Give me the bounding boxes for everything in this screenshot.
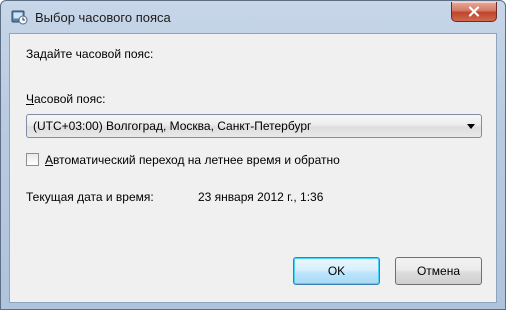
timezone-dialog: Выбор часового пояса Задайте часовой поя… bbox=[0, 0, 506, 310]
title-bar[interactable]: Выбор часового пояса bbox=[1, 1, 505, 33]
timezone-dropdown[interactable]: (UTC+03:00) Волгоград, Москва, Санкт-Пет… bbox=[26, 114, 482, 138]
cancel-button[interactable]: Отмена bbox=[395, 257, 482, 285]
dialog-body: Задайте часовой пояс: Часовой пояс: (UTC… bbox=[9, 33, 497, 303]
close-button[interactable] bbox=[451, 2, 497, 22]
current-datetime-value: 23 января 2012 г., 1:36 bbox=[198, 190, 324, 204]
dst-checkbox[interactable] bbox=[26, 153, 39, 166]
dst-checkbox-label[interactable]: Автоматический переход на летнее время и… bbox=[45, 153, 340, 167]
current-datetime-label: Текущая дата и время: bbox=[26, 190, 154, 204]
ok-button[interactable]: OK bbox=[293, 257, 380, 285]
chevron-down-icon bbox=[467, 124, 475, 129]
clock-globe-icon bbox=[10, 8, 28, 26]
close-icon bbox=[468, 6, 480, 17]
window-title: Выбор часового пояса bbox=[35, 10, 171, 25]
timezone-label: Часовой пояс: bbox=[26, 92, 106, 106]
timezone-selected-value: (UTC+03:00) Волгоград, Москва, Санкт-Пет… bbox=[33, 119, 312, 133]
prompt-text: Задайте часовой пояс: bbox=[26, 47, 154, 61]
